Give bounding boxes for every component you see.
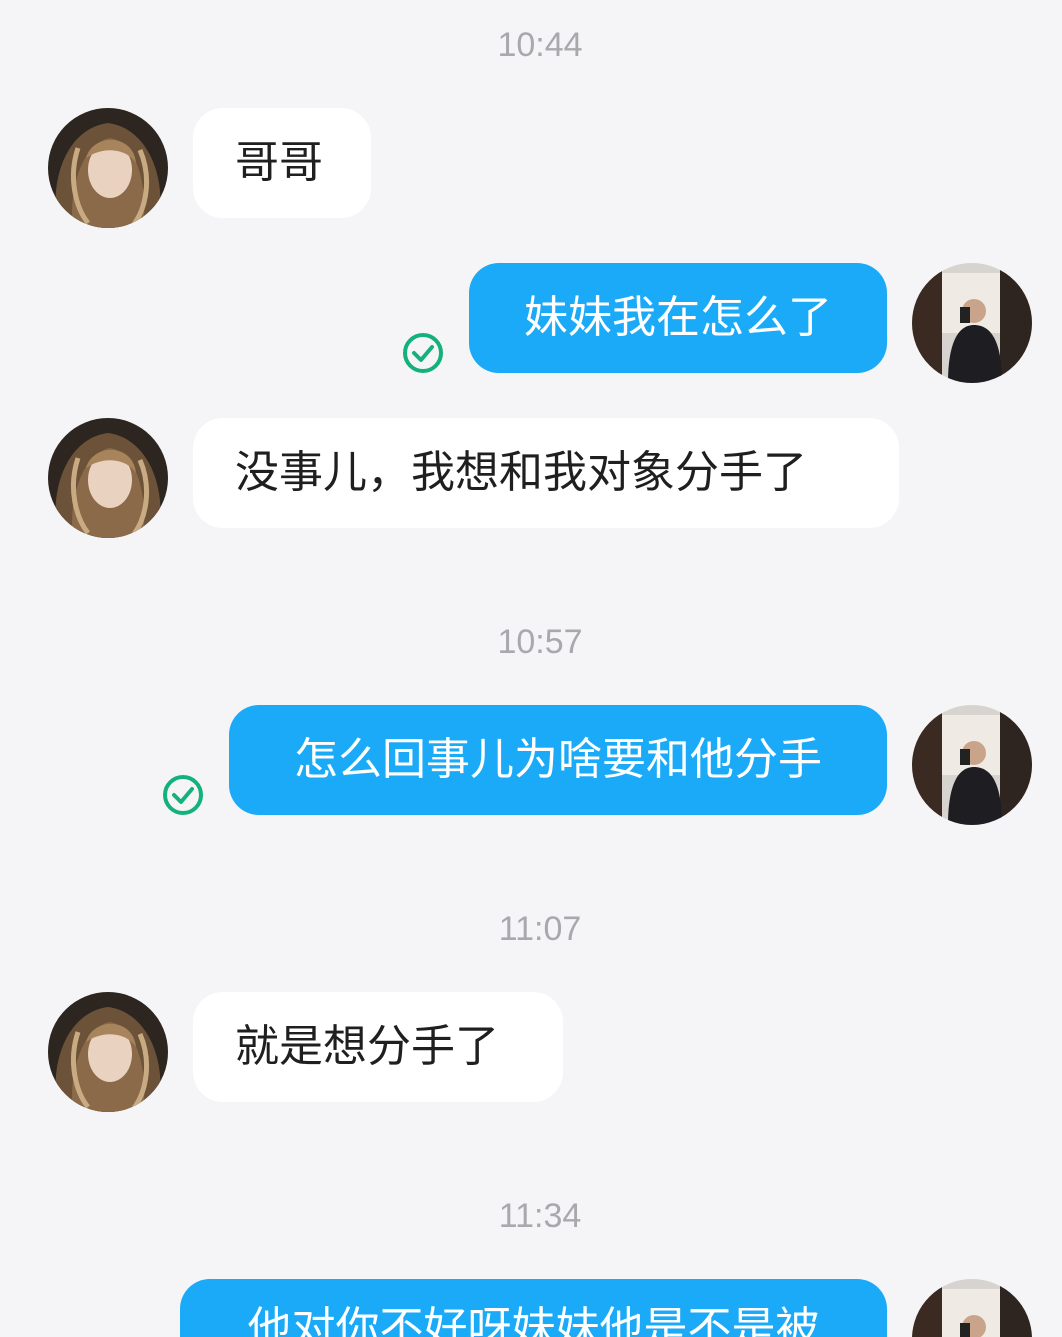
message-bubble-incoming[interactable]: 就是想分手了 [193,992,563,1102]
self-avatar[interactable] [912,1279,1032,1337]
timestamp: 10:57 [497,623,583,661]
message-bubble-incoming[interactable]: 哥哥 [193,108,371,218]
message-bubble-outgoing[interactable]: 他对你不好呀妹妹他是不是被 [180,1279,887,1337]
self-avatar[interactable] [912,705,1032,825]
message-bubble-incoming[interactable]: 没事儿，我想和我对象分手了 [193,418,899,528]
chat-scroll-area[interactable]: 10:44 哥哥 妹妹我在怎么了 没事儿，我想和我对象分手了 10:57 怎么回… [0,0,1062,1337]
timestamp: 11:34 [498,1197,582,1235]
check-circle-icon [163,775,203,815]
contact-avatar[interactable] [48,418,168,538]
contact-avatar[interactable] [48,992,168,1112]
contact-avatar[interactable] [48,108,168,228]
message-bubble-outgoing[interactable]: 妹妹我在怎么了 [469,263,887,373]
check-circle-icon [403,333,443,373]
timestamp: 11:07 [498,910,582,948]
timestamp: 10:44 [497,26,583,64]
message-bubble-outgoing[interactable]: 怎么回事儿为啥要和他分手 [229,705,887,815]
self-avatar[interactable] [912,263,1032,383]
